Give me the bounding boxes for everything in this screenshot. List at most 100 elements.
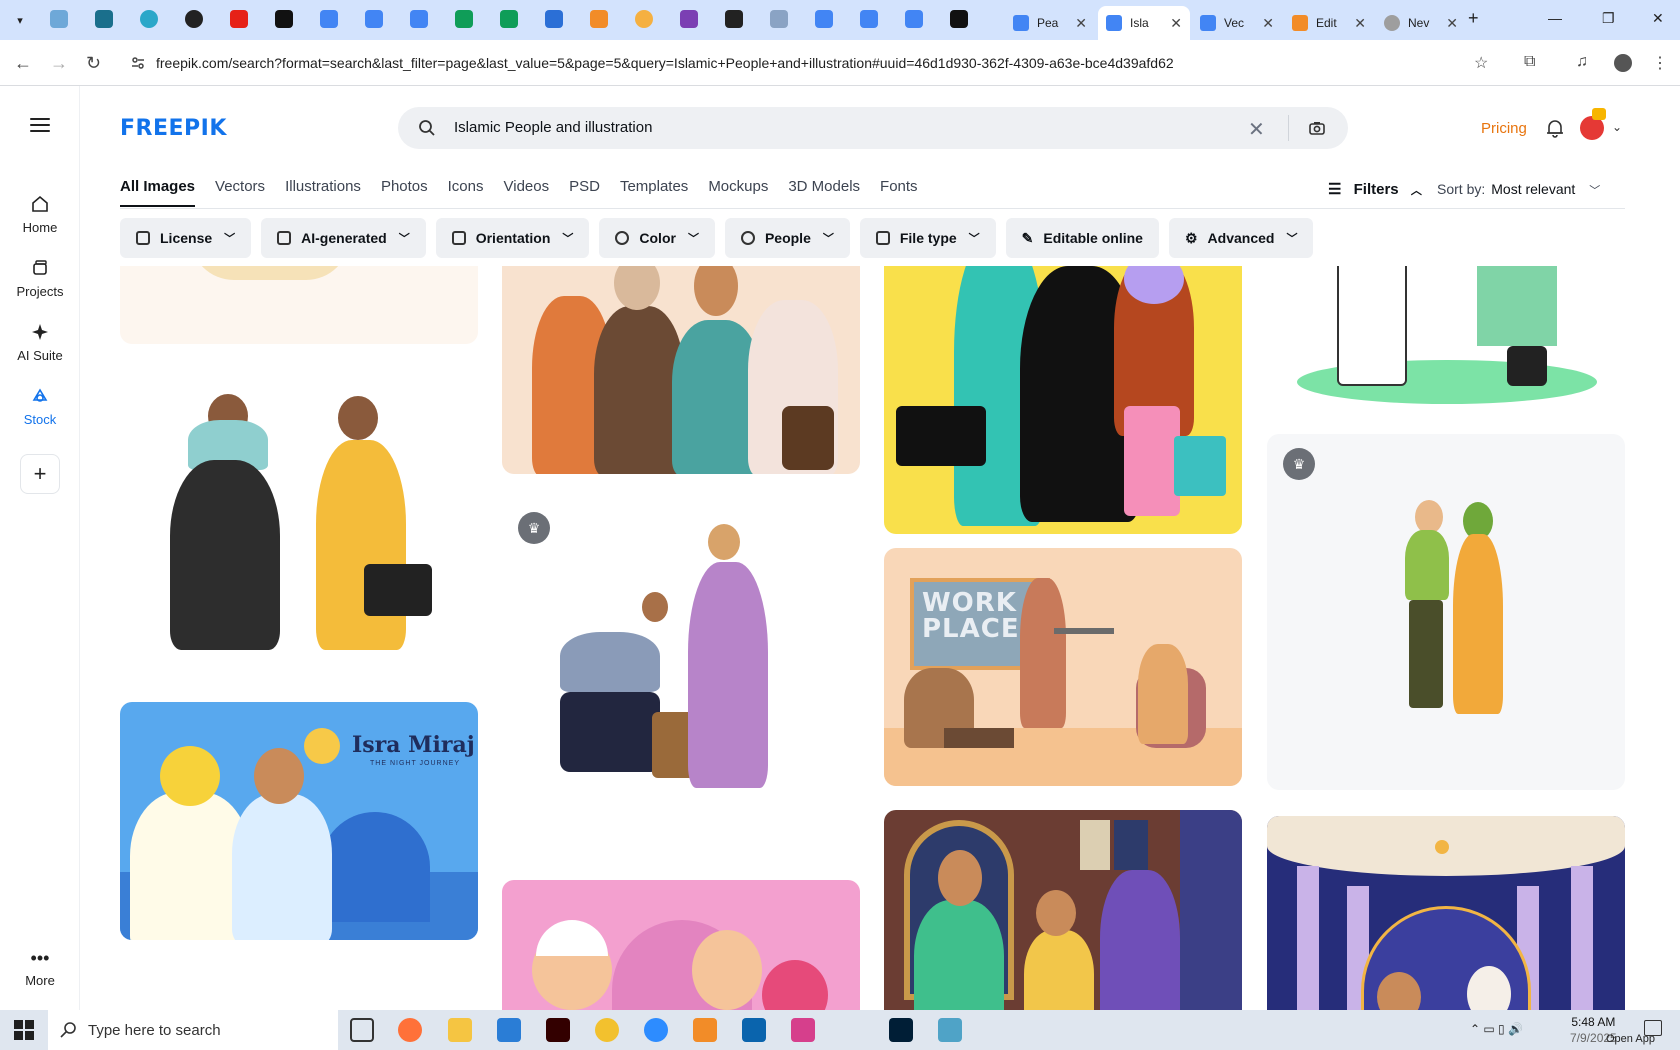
chevron-down-icon[interactable]: ⌄: [1612, 120, 1622, 134]
pen-tool-icon[interactable]: [840, 1018, 864, 1042]
rail-item-projects[interactable]: Projects: [0, 258, 80, 299]
pinned-tab-favicon[interactable]: [635, 10, 653, 28]
bookmark-star-icon[interactable]: ☆: [1474, 53, 1488, 73]
zoom-icon[interactable]: [644, 1018, 668, 1042]
result-card[interactable]: Isra Miraj THE NIGHT JOURNEY: [120, 702, 478, 940]
photoshop-icon[interactable]: [889, 1018, 913, 1042]
pinned-tab-favicon[interactable]: [275, 10, 293, 28]
tab-fonts[interactable]: Fonts: [880, 178, 918, 207]
filter-people[interactable]: People ﹀: [724, 218, 850, 258]
chrome-icon[interactable]: [595, 1018, 619, 1042]
browser-tab-active[interactable]: Isla ✕: [1098, 6, 1190, 40]
tab-mockups[interactable]: Mockups: [708, 178, 768, 207]
result-card[interactable]: [502, 266, 860, 474]
pinned-tab-favicon[interactable]: [590, 10, 608, 28]
illustrator-icon[interactable]: [546, 1018, 570, 1042]
close-icon[interactable]: ✕: [1354, 15, 1366, 32]
filter-advanced[interactable]: ⚙ Advanced ﹀: [1168, 218, 1314, 258]
back-button[interactable]: ←: [14, 53, 32, 73]
address-bar[interactable]: freepik.com/search?format=search&last_fi…: [120, 46, 1490, 80]
media-control-icon[interactable]: ♫: [1576, 53, 1588, 71]
creative-cloud-icon[interactable]: [791, 1018, 815, 1042]
close-icon[interactable]: ✕: [1170, 15, 1182, 32]
result-card[interactable]: WORK PLACE: [884, 548, 1242, 786]
filters-toggle-button[interactable]: ☰ Filters ︿: [1328, 180, 1422, 198]
tab-vectors[interactable]: Vectors: [215, 178, 265, 207]
task-view-icon[interactable]: [350, 1018, 374, 1042]
result-card[interactable]: [884, 266, 1242, 534]
result-card[interactable]: [120, 360, 478, 690]
browser-tab[interactable]: Nev ✕: [1376, 6, 1466, 40]
result-card[interactable]: ♛: [502, 502, 860, 792]
pinned-tab-favicon[interactable]: [725, 10, 743, 28]
windows-start-icon[interactable]: [14, 1020, 34, 1040]
pinned-tab-favicon[interactable]: [410, 10, 428, 28]
close-icon[interactable]: ✕: [1446, 15, 1458, 32]
file-explorer-icon[interactable]: [448, 1018, 472, 1042]
site-settings-icon[interactable]: [130, 55, 146, 71]
browser-tab[interactable]: Vec ✕: [1192, 6, 1282, 40]
tab-videos[interactable]: Videos: [504, 178, 550, 207]
tab-photos[interactable]: Photos: [381, 178, 428, 207]
pinned-tab-favicon[interactable]: [185, 10, 203, 28]
result-card[interactable]: [120, 266, 478, 344]
pinned-tab-favicon[interactable]: [365, 10, 383, 28]
tab-icons[interactable]: Icons: [448, 178, 484, 207]
result-card[interactable]: [884, 810, 1242, 1010]
result-card[interactable]: [502, 880, 860, 1010]
rail-item-ai-suite[interactable]: AI Suite: [0, 322, 80, 363]
rail-item-more[interactable]: ••• More: [0, 948, 80, 988]
restore-button[interactable]: ❐: [1602, 10, 1615, 27]
search-input[interactable]: Islamic People and illustration: [454, 119, 652, 136]
taskbar-search-box[interactable]: Type here to search: [48, 1010, 338, 1050]
new-tab-button[interactable]: +: [1468, 8, 1479, 29]
firefox-icon[interactable]: [398, 1018, 422, 1042]
pinned-tab-favicon[interactable]: [905, 10, 923, 28]
clear-search-icon[interactable]: ✕: [1248, 117, 1265, 142]
open-app-label[interactable]: Open App: [1606, 1033, 1655, 1045]
pinned-tab-favicon[interactable]: [950, 10, 968, 28]
tab-templates[interactable]: Templates: [620, 178, 688, 207]
vscode-icon[interactable]: [497, 1018, 521, 1042]
window-close-button[interactable]: ✕: [1652, 10, 1664, 27]
filter-color[interactable]: Color ﹀: [599, 218, 715, 258]
tab-search-icon[interactable]: ▾: [8, 8, 32, 32]
pinned-tab-favicon[interactable]: [50, 10, 68, 28]
pinned-tab-favicon[interactable]: [95, 10, 113, 28]
browser-tab[interactable]: Pea ✕: [1005, 6, 1095, 40]
close-icon[interactable]: ✕: [1262, 15, 1274, 32]
chrome-menu-icon[interactable]: ⋮: [1652, 53, 1668, 73]
pinned-tab-favicon[interactable]: [455, 10, 473, 28]
browser-tab[interactable]: Edit ✕: [1284, 6, 1374, 40]
filter-ai-generated[interactable]: AI-generated ﹀: [261, 218, 426, 258]
filter-file-type[interactable]: File type ﹀: [859, 218, 996, 258]
outlook-icon[interactable]: [742, 1018, 766, 1042]
reload-button[interactable]: ↻: [86, 53, 101, 73]
pinned-tab-favicon[interactable]: [680, 10, 698, 28]
extensions-icon[interactable]: ⧉: [1524, 53, 1535, 71]
notifications-bell-icon[interactable]: [1546, 118, 1564, 138]
camera-search-icon[interactable]: [1308, 119, 1326, 137]
tab-psd[interactable]: PSD: [569, 178, 600, 207]
result-card[interactable]: [1267, 266, 1625, 404]
pinned-tab-favicon[interactable]: [545, 10, 563, 28]
filter-license[interactable]: License ﹀: [120, 218, 252, 258]
rail-item-home[interactable]: Home: [0, 194, 80, 235]
pinned-tab-favicon[interactable]: [815, 10, 833, 28]
filter-editable-online[interactable]: ✎ Editable online: [1005, 218, 1159, 258]
result-card[interactable]: ♛: [1267, 434, 1625, 790]
pinned-tab-favicon[interactable]: [230, 10, 248, 28]
pricing-link[interactable]: Pricing: [1481, 120, 1527, 137]
minimize-button[interactable]: —: [1548, 10, 1562, 26]
menu-icon[interactable]: [30, 118, 50, 132]
result-card[interactable]: ♛: [1267, 816, 1625, 1010]
filter-orientation[interactable]: Orientation ﹀: [435, 218, 590, 258]
pinned-tab-favicon[interactable]: [770, 10, 788, 28]
pinned-tab-favicon[interactable]: [500, 10, 518, 28]
pinned-tab-favicon[interactable]: [140, 10, 158, 28]
search-bar[interactable]: Islamic People and illustration ✕: [398, 107, 1348, 149]
tab-3d-models[interactable]: 3D Models: [788, 178, 860, 207]
rail-item-stock[interactable]: Stock: [0, 386, 80, 427]
close-icon[interactable]: ✕: [1075, 15, 1087, 32]
freepik-logo[interactable]: FREEPIK: [120, 116, 227, 141]
